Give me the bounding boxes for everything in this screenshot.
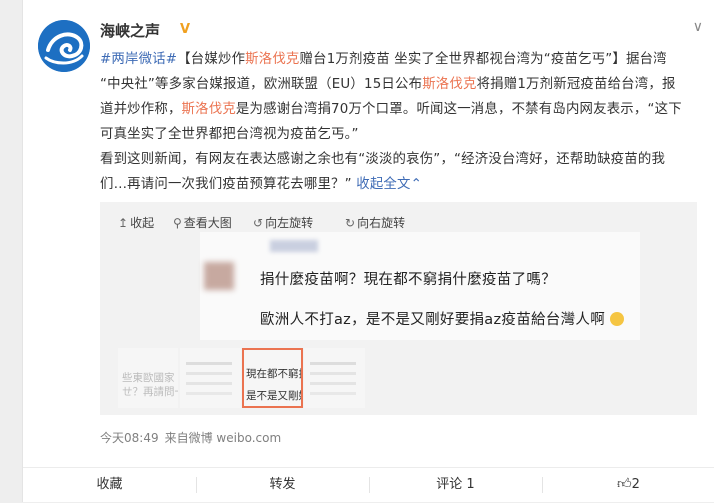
post-text-segment: 是为感谢台湾捐70万个口罩。听闻这一消息，不禁有岛内网友表示，“这下 [235,102,682,117]
post-text-segment: 可真坐实了全世界都把台湾视为疫苗乞丐。” [100,127,359,142]
thumbnail-text: 些東歐國家 [122,372,175,384]
action-bar: 收藏 转发 评论 1 👍︎2 [23,467,714,503]
weibo-post-card: 海峡之声 V ∨ #两岸微话#【台媒炒作斯洛伐克赠台1万剂疫苗 坐实了全世界都视… [22,0,714,502]
thumbnail[interactable]: 些東歐國家 ㄝ？再請問一 [118,348,178,408]
post-text-segment: 道并炒作称， [100,102,182,117]
post-text: #两岸微话#【台媒炒作斯洛伐克赠台1万剂疫苗 坐实了全世界都视台湾为“疫苗乞丐”… [100,47,700,197]
collapse-label: 收起 [130,216,155,230]
repost-button[interactable]: 转发 [196,468,369,503]
image-viewer: ↥ 收起 ⚲ 查看大图 ↺ 向左旋转 ↻ 向右旋转 捐什麼疫苗啊？現在都不窮捐什麼疫苗了… [100,202,697,415]
rotate-left-icon: ↺ [253,216,264,230]
collapse-text-link[interactable]: 收起全文⌃ [356,177,422,192]
up-arrow-icon: ⌃ [410,177,423,192]
thumbnail-placeholder-lines [186,362,232,365]
comment-button[interactable]: 评论 1 [369,468,542,503]
thumbnail-text: ㄝ？再請問一 [122,386,178,398]
rotate-right-icon: ↻ [345,216,356,230]
thumbnail[interactable] [304,348,365,408]
thumbs-up-icon: 👍︎ [617,476,632,492]
blurred-avatar [204,262,234,290]
collapse-image-button[interactable]: ↥ 收起 [118,214,154,231]
hashtag-link[interactable]: #两岸微话# [100,52,177,67]
post-text-segment: “中央社”等多家台媒报道，欧洲联盟（EU）15日公布 [100,77,423,92]
like-button[interactable]: 👍︎2 [542,468,714,503]
post-text-segment: 【台媒炒作 [177,52,246,67]
comment-2-label: 歐洲人不打az，是不是又剛好要捐az疫苗給台灣人啊 [260,312,605,328]
source-link[interactable]: 微博 weibo.com [189,431,282,445]
thumbnail-selected[interactable]: 現在都不窮捐什 是不是又剛好要 [242,348,303,408]
collapse-up-icon: ↥ [118,216,129,230]
thumbnail-text: 是不是又剛好要 [246,390,301,402]
like-count: 2 [631,477,640,492]
rotate-right-button[interactable]: ↻ 向右旋转 [345,214,405,231]
wave-logo-icon [38,20,90,72]
post-text-segment: 将捐赠1万剂新冠疫苗给台湾，报 [476,77,676,92]
post-text-segment: 赠台1万剂疫苗 坐实了全世界都视台湾为“疫苗乞丐”】据台湾 [299,52,667,67]
mention-link[interactable]: 斯洛伐克 [245,52,299,67]
view-large-label: 查看大图 [183,216,232,230]
rotate-left-label: 向左旋转 [265,216,314,230]
favorite-button[interactable]: 收藏 [23,468,196,503]
thumbnail-placeholder-lines [310,362,356,365]
rotate-left-button[interactable]: ↺ 向左旋转 [253,214,313,231]
post-meta: 今天08:49 来自微博 weibo.com [100,429,287,446]
view-large-button[interactable]: ⚲ 查看大图 [173,214,232,231]
comment-2-text: 歐洲人不打az，是不是又剛好要捐az疫苗給台灣人啊 [260,308,624,329]
source-prefix: 来自 [164,431,189,445]
thumbnail-text: 現在都不窮捐什 [246,368,301,380]
account-name[interactable]: 海峡之声 [100,20,160,41]
rotate-right-label: 向右旋转 [357,216,406,230]
post-text-segment: 们…再请问一次我们疫苗预算花去哪里？” [100,177,352,192]
mention-link[interactable]: 斯洛伐克 [422,77,476,92]
chevron-down-icon[interactable]: ∨ [693,19,703,35]
comment-1-text: 捐什麼疫苗啊？現在都不窮捐什麼疫苗了嗎？ [260,272,556,288]
mention-link[interactable]: 斯洛伐克 [182,102,236,117]
screenshot-image[interactable]: 捐什麼疫苗啊？現在都不窮捐什麼疫苗了嗎？ 歐洲人不打az，是不是又剛好要捐az疫… [200,232,640,340]
search-icon: ⚲ [173,216,182,230]
awkward-face-emoji-icon [609,312,624,326]
thumbnail[interactable] [180,348,241,408]
account-avatar[interactable] [38,20,90,72]
post-text-segment: 看到这则新闻，有网友在表达感谢之余也有“淡淡的哀伤”，“经济没台湾好，还帮助缺疫… [100,152,666,167]
collapse-text-label: 收起全文 [356,177,411,192]
blurred-username [270,240,318,252]
post-time[interactable]: 今天08:49 [100,431,159,445]
verified-badge-icon: V [180,22,191,37]
